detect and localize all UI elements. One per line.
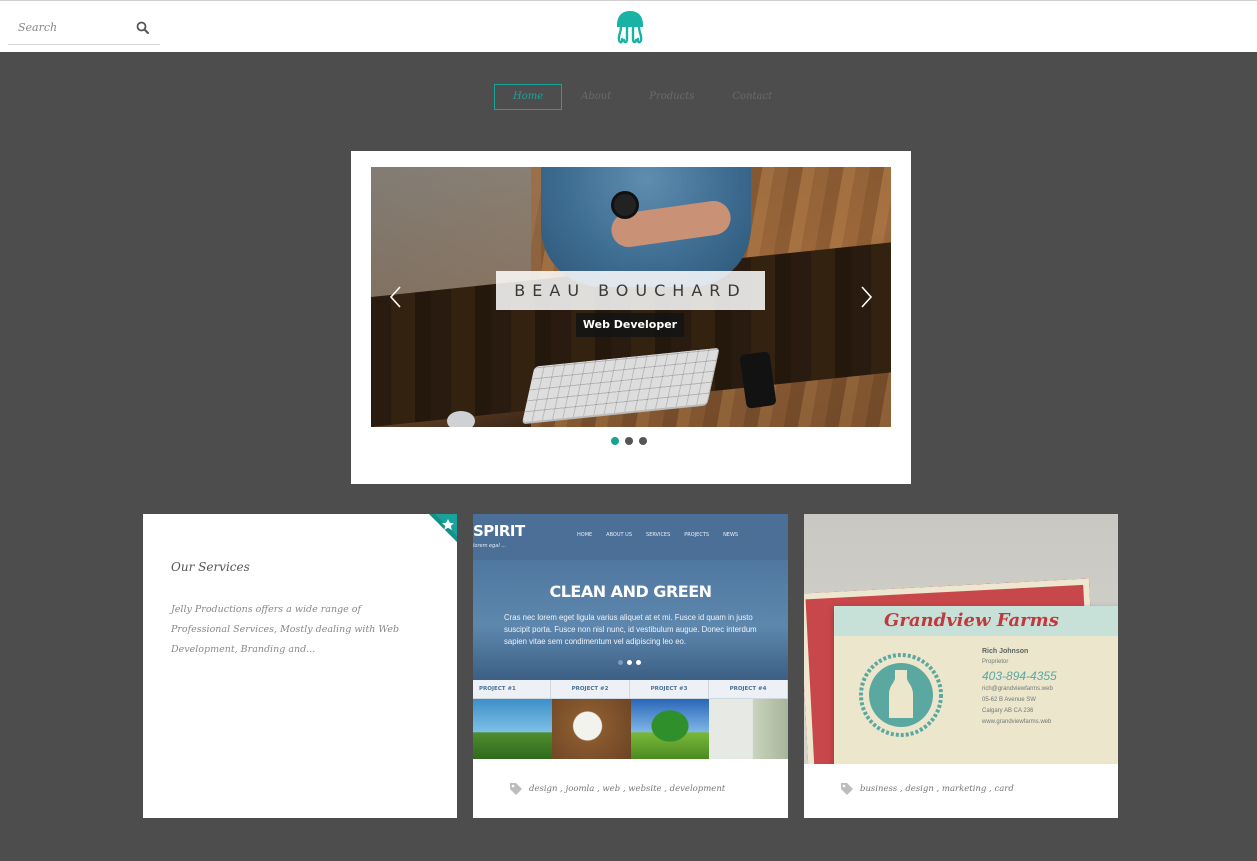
grandview-brand: Grandview Farms [884,610,1059,631]
nav-item-products[interactable]: Products [630,84,713,110]
tag-link[interactable]: joomla [566,784,595,794]
project-image-tree [630,699,710,759]
grandview-role: Proprietor [982,659,1009,665]
chevron-left-icon [389,286,401,308]
slide-bg-mouse [447,411,475,427]
tag-link[interactable]: design [905,784,933,794]
portfolio-thumbnail[interactable]: SPIRIT lorem egal ... HOME ABOUT US SERV… [473,514,788,764]
nav-item-home[interactable]: Home [494,84,563,110]
header-bar [0,0,1257,52]
portfolio-thumbnail[interactable]: Grandview Farms Rich Johnson Proprietor … [804,514,1118,764]
grandview-address: Calgary AB CA 236 [982,708,1034,714]
main-nav: Home About Products Contact [494,84,791,110]
search-icon [136,21,149,34]
grandview-email: rich@grandviewfarms.web [982,686,1053,692]
tag-link[interactable]: card [994,784,1013,794]
tag-link[interactable]: website [628,784,661,794]
spirit-hero-title: CLEAN AND GREEN [549,582,712,601]
featured-ribbon [429,514,457,542]
jellyfish-logo-icon [617,11,643,44]
spirit-project-label: PROJECT #4 [709,680,788,698]
slide-title: BEAU BOUCHARD [496,271,765,310]
tag-icon [841,783,853,795]
spirit-tagline: lorem egal ... [473,543,507,549]
grandview-website: www.grandviewfarms.web [982,719,1052,725]
slider-next-button[interactable] [853,283,879,311]
tag-link[interactable]: marketing [942,784,986,794]
spirit-project-label: PROJECT #2 [551,680,631,698]
tag-link[interactable]: web [602,784,620,794]
spirit-hero-text: Cras nec lorem eget ligula varius alique… [504,613,757,646]
slider-dot-3[interactable] [639,437,647,445]
slider-pagination [611,437,647,445]
search-input[interactable] [8,11,140,43]
project-image-windmills [473,699,552,759]
spirit-logo: SPIRIT [473,522,525,540]
slider-dot-2[interactable] [625,437,633,445]
nav-item-contact[interactable]: Contact [713,84,791,110]
slide-subtitle: Web Developer [576,313,684,337]
project-image-bulb [551,699,631,759]
slider-prev-button[interactable] [383,283,409,311]
spirit-header: SPIRIT lorem egal ... HOME ABOUT US SERV… [473,514,788,560]
slider-dot-1[interactable] [611,437,619,445]
tag-link[interactable]: business [860,784,897,794]
spirit-menu-item: NEWS [723,532,739,538]
spirit-menu-item: SERVICES [646,532,671,538]
tag-link[interactable]: development [670,784,726,794]
milk-bottle-badge-icon [859,653,943,737]
tag-separator: , [557,784,566,794]
search-button[interactable] [134,19,152,37]
tag-separator: , [661,784,670,794]
grandview-card-header: Grandview Farms [834,606,1118,636]
spirit-project-label: PROJECT #3 [630,680,710,698]
tag-link[interactable]: design [529,784,557,794]
services-description: Jelly Productions offers a wide range of… [171,604,400,655]
spirit-dots [618,660,641,665]
spirit-project-tabs: PROJECT #1 PROJECT #2 PROJECT #3 PROJECT… [473,680,788,699]
spirit-dot [627,660,632,665]
portfolio-card-spirit[interactable]: SPIRIT lorem egal ... HOME ABOUT US SERV… [473,514,788,818]
portfolio-tags: design , joomla , web , website , develo… [509,782,725,796]
grandview-person: Rich Johnson [982,648,1029,655]
spirit-menu-item: ABOUT US [606,532,633,538]
spirit-dot [618,660,623,665]
search-box [8,11,160,45]
project-image-recycle [709,699,788,759]
grandview-phone: 403-894-4355 [982,669,1057,683]
services-card: Our Services Jelly Productions offers a … [143,514,457,818]
slide-image: BEAU BOUCHARD Web Developer [371,167,891,427]
chevron-right-icon [861,286,873,308]
grandview-business-card: Grandview Farms Rich Johnson Proprietor … [834,606,1118,764]
hero-slider: BEAU BOUCHARD Web Developer [351,151,911,484]
spirit-project-images [473,699,788,759]
tag-icon [510,783,522,795]
spirit-dot [636,660,641,665]
spirit-menu: HOME ABOUT US SERVICES PROJECTS NEWS [577,532,738,538]
services-title: Our Services [171,560,250,574]
slide-bg-watch [611,191,639,219]
logo[interactable] [614,9,646,47]
spirit-menu-item: PROJECTS [684,532,710,538]
portfolio-tags: business , design , marketing , card [840,782,1014,796]
spirit-menu-item: HOME [577,532,593,538]
grandview-contact-info: Rich Johnson Proprietor 403-894-4355 ric… [982,646,1118,728]
tag-separator: , [933,784,942,794]
portfolio-card-grandview[interactable]: Grandview Farms Rich Johnson Proprietor … [804,514,1118,818]
spirit-project-label: PROJECT #1 [473,680,552,698]
nav-item-about[interactable]: About [562,84,630,110]
grandview-address: 05-62 B Avenue SW [982,697,1036,703]
